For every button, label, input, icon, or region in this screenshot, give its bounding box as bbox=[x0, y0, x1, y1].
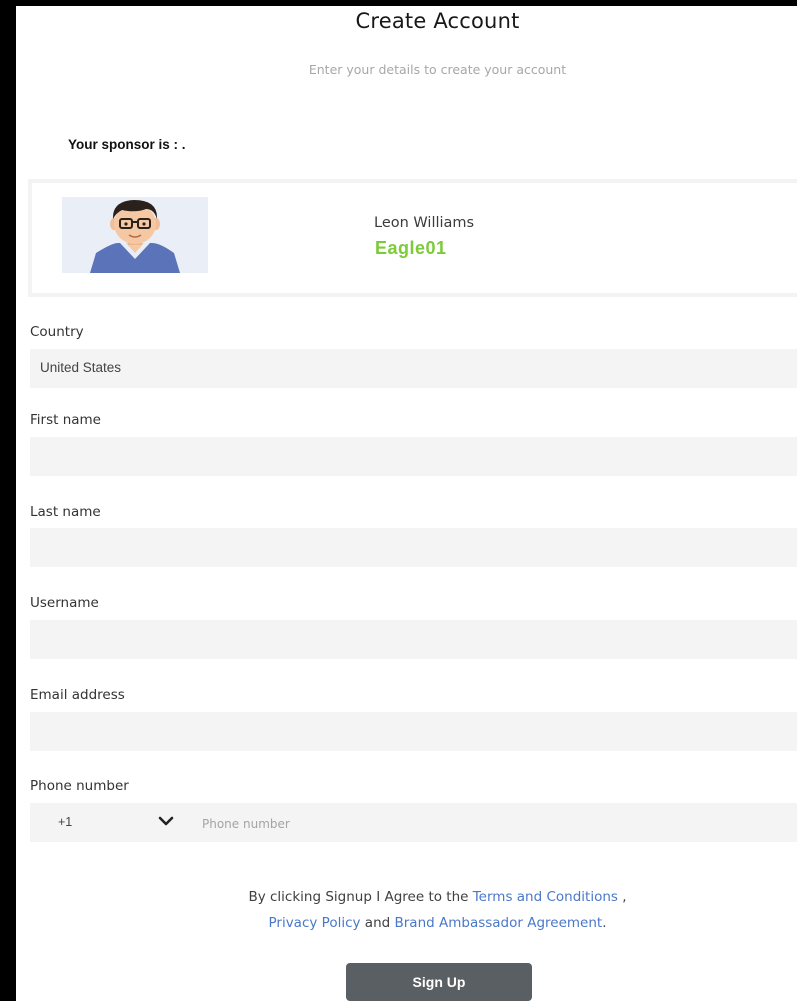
signup-page: Create Account Enter your details to cre… bbox=[16, 6, 797, 1001]
phone-label: Phone number bbox=[30, 778, 129, 794]
sponsor-card: Leon Williams Eagle01 bbox=[28, 179, 797, 297]
username-field[interactable] bbox=[30, 620, 797, 659]
brand-ambassador-agreement-link[interactable]: Brand Ambassador Agreement bbox=[394, 915, 602, 931]
terms-text: By clicking Signup I Agree to the Terms … bbox=[16, 884, 797, 936]
username-label: Username bbox=[30, 595, 99, 611]
sponsor-code: Eagle01 bbox=[375, 238, 447, 258]
terms-separator: , bbox=[617, 889, 627, 905]
first-name-field[interactable] bbox=[30, 437, 797, 476]
first-name-label: First name bbox=[30, 412, 101, 428]
avatar bbox=[62, 197, 208, 273]
country-selected-value: United States bbox=[40, 360, 122, 375]
user-avatar-icon bbox=[62, 197, 208, 273]
page-subtitle: Enter your details to create your accoun… bbox=[308, 62, 567, 77]
phone-number-input[interactable] bbox=[200, 803, 764, 844]
sign-up-button[interactable]: Sign Up bbox=[346, 963, 532, 1001]
chevron-down-icon[interactable] bbox=[158, 815, 174, 827]
terms-and: and bbox=[360, 915, 395, 931]
privacy-policy-link[interactable]: Privacy Policy bbox=[268, 915, 360, 931]
phone-field-group: +1 bbox=[30, 803, 797, 844]
page-title: Create Account bbox=[355, 9, 520, 33]
phone-country-code[interactable]: +1 bbox=[58, 815, 72, 829]
terms-suffix: . bbox=[602, 915, 607, 931]
terms-prefix: By clicking Signup I Agree to the bbox=[248, 889, 473, 905]
last-name-label: Last name bbox=[30, 504, 101, 520]
sponsor-label: Your sponsor is : . bbox=[68, 137, 186, 152]
terms-and-conditions-link[interactable]: Terms and Conditions bbox=[473, 889, 618, 905]
email-field[interactable] bbox=[30, 712, 797, 751]
last-name-field[interactable] bbox=[30, 528, 797, 567]
country-label: Country bbox=[30, 324, 84, 340]
country-select[interactable]: United States bbox=[30, 349, 797, 388]
email-label: Email address bbox=[30, 687, 125, 703]
sponsor-name: Leon Williams bbox=[374, 215, 475, 231]
